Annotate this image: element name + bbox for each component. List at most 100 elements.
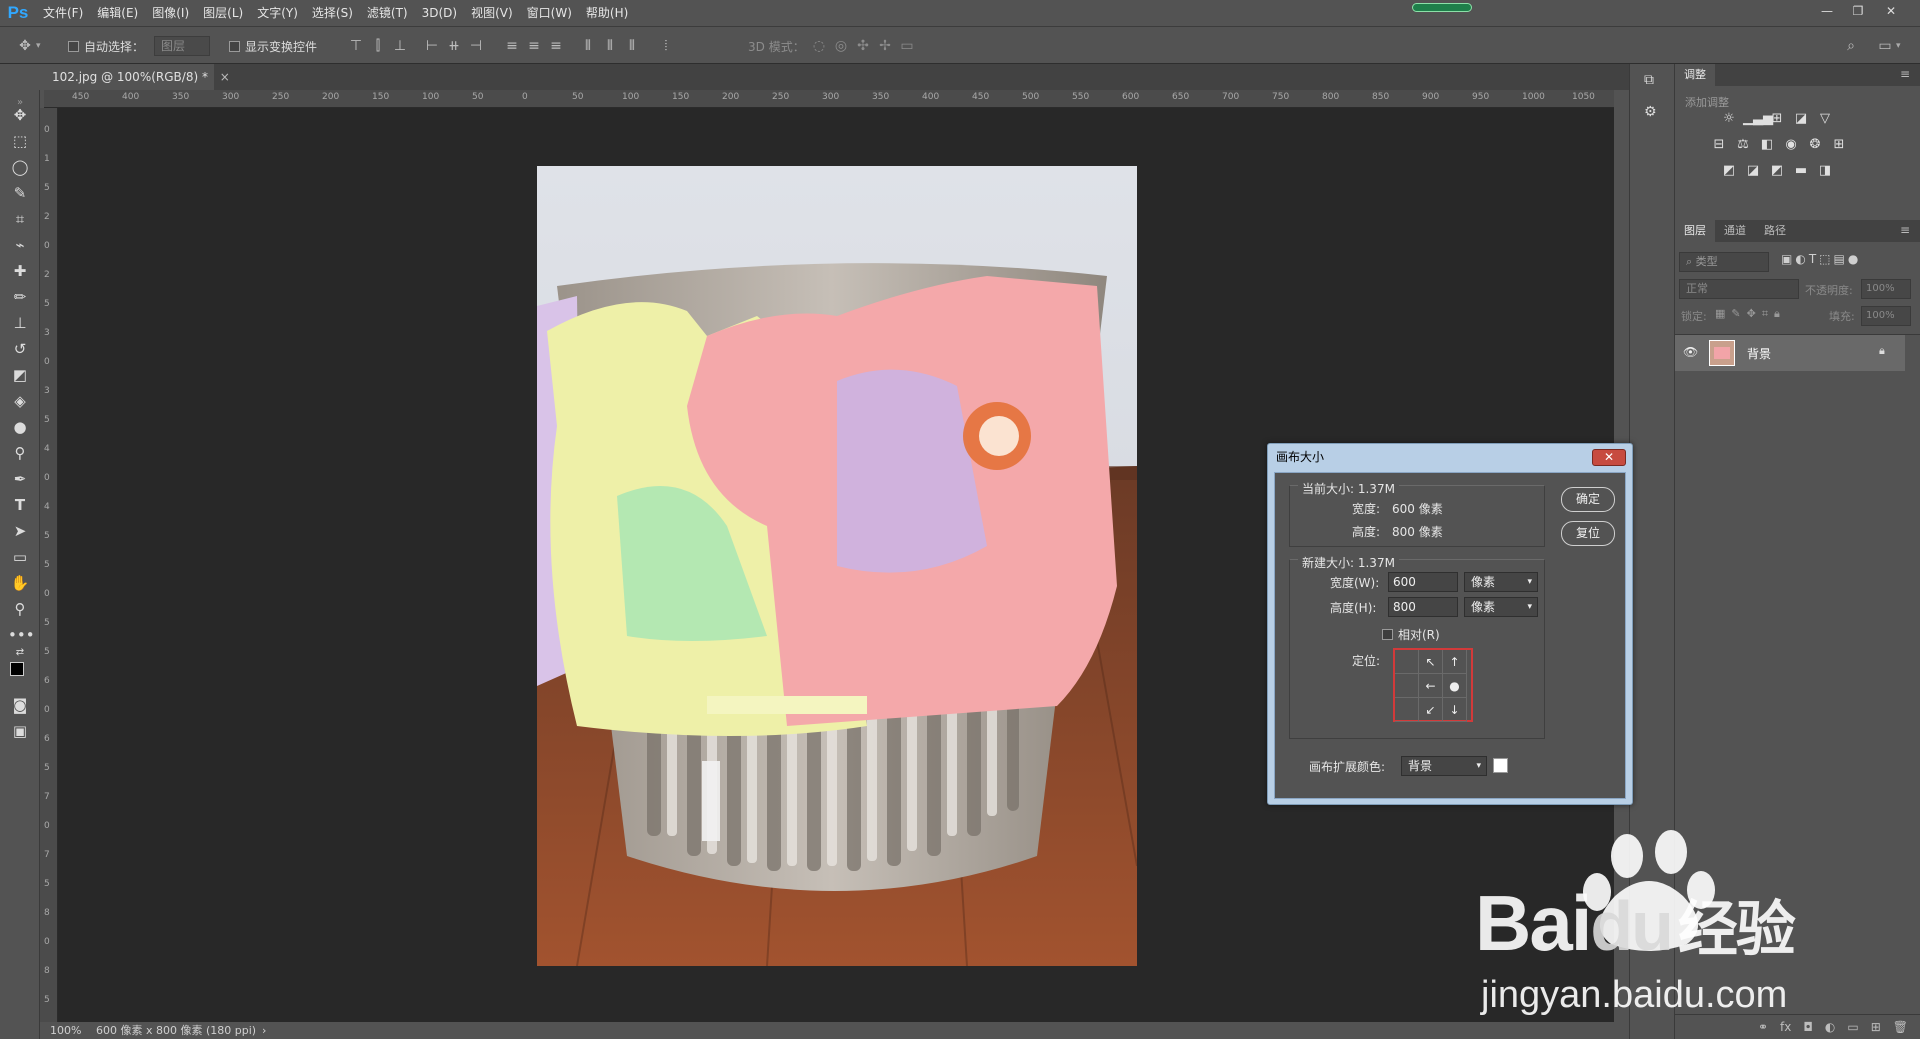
filter-adjustment-icon[interactable]: ◐ [1795, 252, 1805, 266]
fill-input[interactable]: 100% [1861, 306, 1911, 326]
width-unit-select[interactable]: 像素 ▾ [1464, 572, 1538, 592]
history-brush-tool-icon[interactable]: ↺ [8, 338, 32, 360]
auto-align-icon[interactable]: ⦙ [655, 38, 677, 54]
distribute-bottom-icon[interactable]: ≡ [545, 38, 567, 54]
threshold-icon[interactable]: ◩ [1767, 162, 1787, 180]
layer-row-background[interactable]: 👁︎ 背景 🔒︎ [1675, 335, 1905, 371]
clone-stamp-tool-icon[interactable]: ⊥ [8, 312, 32, 334]
gradient-map-icon[interactable]: ▬ [1791, 162, 1811, 180]
brightness-icon[interactable]: ☼ [1719, 110, 1739, 128]
vibrance-icon[interactable]: ▽ [1815, 110, 1835, 128]
quick-select-tool-icon[interactable]: ✎ [8, 182, 32, 204]
menu-layer[interactable]: 图层(L) [196, 0, 250, 26]
menu-select[interactable]: 选择(S) [305, 0, 360, 26]
show-transform-checkbox[interactable]: 显示变换控件 [229, 27, 317, 65]
filter-type-icon[interactable]: T [1809, 252, 1816, 266]
auto-select-target-dropdown[interactable]: 图层 [154, 36, 210, 56]
move-tool-icon[interactable]: ✥ [8, 104, 32, 126]
eraser-tool-icon[interactable]: ◩ [8, 364, 32, 386]
anchor-bottom-left[interactable] [1395, 698, 1419, 722]
menu-3d[interactable]: 3D(D) [415, 0, 464, 26]
selective-color-icon[interactable]: ◨ [1815, 162, 1835, 180]
zoom-level[interactable]: 100% [50, 1022, 81, 1039]
document-tab[interactable]: 102.jpg @ 100%(RGB/8) * × [44, 64, 230, 90]
lock-position-icon[interactable]: ✥ [1747, 307, 1756, 321]
distribute-vcenter-icon[interactable]: ≡ [523, 38, 545, 54]
search-icon[interactable]: ⌕ [1840, 38, 1862, 54]
canvas-extension-color-select[interactable]: 背景 ▾ [1401, 756, 1487, 776]
menu-help[interactable]: 帮助(H) [579, 0, 635, 26]
hue-saturation-icon[interactable]: ⊟ [1709, 136, 1729, 154]
align-right-icon[interactable]: ⊣ [465, 38, 487, 54]
distribute-right-icon[interactable]: ⦀ [621, 38, 643, 54]
3d-scale-icon[interactable]: ▭ [896, 38, 918, 54]
auto-select-checkbox[interactable]: 自动选择： [68, 27, 144, 65]
filter-pixel-icon[interactable]: ▣ [1781, 252, 1792, 266]
healing-brush-tool-icon[interactable]: ✚ [8, 260, 32, 282]
width-input[interactable]: 600 [1388, 572, 1458, 592]
posterize-icon[interactable]: ◪ [1743, 162, 1763, 180]
anchor-top-left[interactable] [1395, 650, 1419, 674]
anchor-middle-right[interactable]: ● [1443, 674, 1467, 698]
tab-layers[interactable]: 图层 [1675, 220, 1715, 242]
invert-icon[interactable]: ◩ [1719, 162, 1739, 180]
pen-tool-icon[interactable]: ✒ [8, 468, 32, 490]
layer-visibility-eye-icon[interactable]: 👁︎ [1683, 345, 1698, 359]
history-panel-icon[interactable]: ⧉ [1644, 72, 1654, 88]
minimize-button[interactable]: — [1814, 2, 1840, 20]
quick-mask-icon[interactable]: ◙ [8, 694, 32, 716]
status-menu-arrow-icon[interactable]: › [262, 1022, 266, 1039]
color-lookup-icon[interactable]: ⊞ [1829, 136, 1849, 154]
hand-tool-icon[interactable]: ✋ [8, 572, 32, 594]
filter-shape-icon[interactable]: ⬚ [1819, 252, 1830, 266]
relative-checkbox[interactable]: 相对(R) [1382, 626, 1440, 643]
layer-name[interactable]: 背景 [1747, 345, 1771, 362]
anchor-bottom-center[interactable]: ↙ [1419, 698, 1443, 722]
paint-bucket-tool-icon[interactable]: ◈ [8, 390, 32, 412]
restore-button[interactable]: ❐ [1845, 2, 1871, 20]
filter-smart-icon[interactable]: ▤ [1834, 252, 1845, 266]
crop-tool-icon[interactable]: ⌗ [8, 208, 32, 230]
layers-menu-icon[interactable]: ≡ [1900, 223, 1910, 237]
screen-mode-icon[interactable]: ▣ [8, 720, 32, 742]
brush-tool-icon[interactable]: ✏ [8, 286, 32, 308]
properties-panel-icon[interactable]: ⚙ [1644, 104, 1657, 120]
filter-toggle-icon[interactable]: ● [1848, 252, 1858, 266]
ok-button[interactable]: 确定 [1561, 487, 1615, 512]
3d-pan-icon[interactable]: ✣ [852, 38, 874, 54]
levels-icon[interactable]: ▁▃▅ [1743, 110, 1773, 128]
align-hcenter-icon[interactable]: ⧺ [443, 38, 465, 54]
3d-roll-icon[interactable]: ◎ [830, 38, 852, 54]
photo-filter-icon[interactable]: ◉ [1781, 136, 1801, 154]
align-left-icon[interactable]: ⊢ [421, 38, 443, 54]
tab-adjustments[interactable]: 调整 [1675, 64, 1715, 86]
extension-color-swatch[interactable] [1493, 758, 1508, 773]
distribute-hcenter-icon[interactable]: ⦀ [599, 38, 621, 54]
lock-artboard-icon[interactable]: ⌗ [1762, 307, 1768, 321]
menu-filter[interactable]: 滤镜(T) [360, 0, 415, 26]
align-vcenter-icon[interactable]: ⫿ [367, 38, 389, 54]
menu-type[interactable]: 文字(Y) [250, 0, 305, 26]
rectangle-tool-icon[interactable]: ▭ [8, 546, 32, 568]
lock-all-icon[interactable]: 🔒︎ [1774, 307, 1780, 321]
align-top-icon[interactable]: ⊤ [345, 38, 367, 54]
close-window-button[interactable]: ✕ [1878, 2, 1904, 20]
menu-window[interactable]: 窗口(W) [520, 0, 579, 26]
close-tab-icon[interactable]: × [220, 70, 230, 84]
workspace-icon[interactable]: ▭ [1874, 38, 1896, 54]
anchor-bottom-right[interactable]: ↓ [1443, 698, 1467, 722]
color-balance-icon[interactable]: ⚖ [1733, 136, 1753, 154]
type-tool-icon[interactable]: T [8, 494, 32, 516]
marquee-tool-icon[interactable]: ⬚ [8, 130, 32, 152]
opacity-input[interactable]: 100% [1861, 279, 1911, 299]
3d-slide-icon[interactable]: ✢ [874, 38, 896, 54]
blur-tool-icon[interactable]: ● [8, 416, 32, 438]
panel-menu-icon[interactable]: ≡ [1900, 67, 1910, 81]
zoom-tool-icon[interactable]: ⚲ [8, 598, 32, 620]
anchor-top-center[interactable]: ↖ [1419, 650, 1443, 674]
move-tool-preset[interactable]: ✥ ▾ [14, 27, 40, 65]
path-select-tool-icon[interactable]: ➤ [8, 520, 32, 542]
height-input[interactable]: 800 [1388, 597, 1458, 617]
document-image[interactable] [537, 166, 1137, 966]
layer-filter-dropdown[interactable]: ⌕ 类型 [1679, 252, 1769, 272]
